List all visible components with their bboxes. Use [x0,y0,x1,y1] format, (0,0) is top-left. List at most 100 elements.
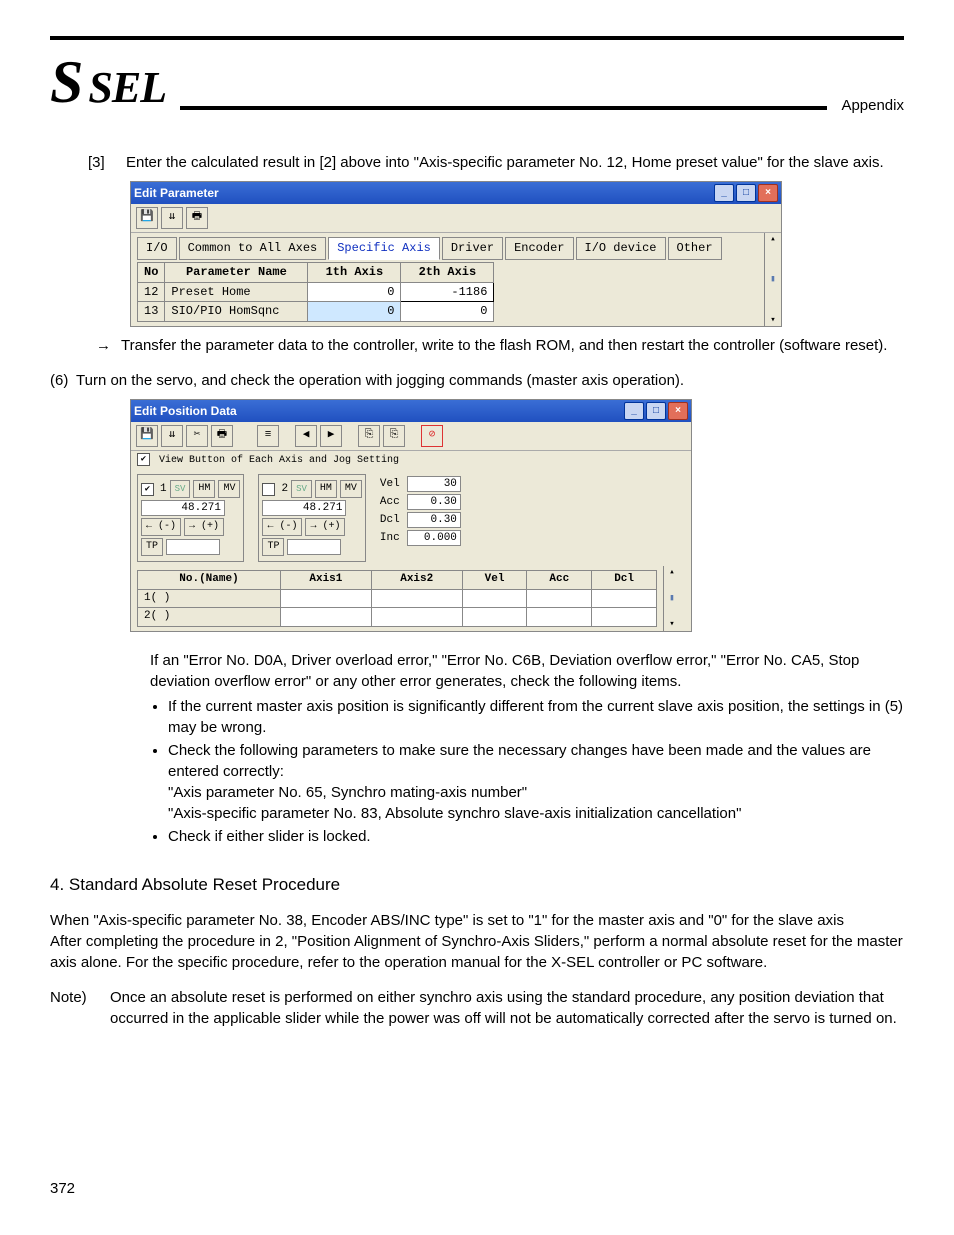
prev-icon[interactable]: ◀ [295,425,317,447]
scroll-up-icon[interactable]: ▴ [669,566,674,579]
dcl-input[interactable]: 0.30 [407,512,461,528]
cut-icon[interactable]: ✂ [186,425,208,447]
transfer-icon[interactable]: ⇊ [161,425,183,447]
next-icon[interactable]: ▶ [320,425,342,447]
axis1-tp-button[interactable]: TP [141,538,163,556]
section4-p1: When "Axis-specific parameter No. 38, En… [50,910,904,931]
position-table: No.(Name) Axis1 Axis2 Vel Acc Dcl 1( ) 2… [137,570,657,626]
cell-a1[interactable]: 0 [308,282,401,302]
appendix-label: Appendix [841,95,904,116]
param-table: No Parameter Name 1th Axis 2th Axis 12 P… [137,262,494,322]
scroll-down-icon[interactable]: ▾ [770,314,775,327]
minimize-button[interactable]: _ [624,402,644,420]
param-scrollbar[interactable]: ▴ ▮ ▾ [764,233,781,326]
pos-col-a2: Axis2 [371,571,462,589]
page-number: 372 [50,1178,75,1199]
axis2-tp-val[interactable] [287,539,341,555]
teach1-icon[interactable]: ⎘ [358,425,380,447]
pos-col-acc: Acc [527,571,592,589]
axis2-jog-minus[interactable]: ← (-) [262,518,302,536]
jog-params: Vel30 Acc0.30 Dcl0.30 Inc0.000 [380,474,461,548]
scroll-down-icon[interactable]: ▾ [669,618,674,631]
scroll-up-icon[interactable]: ▴ [770,233,775,246]
table-row[interactable]: 2( ) [138,608,657,626]
axis1-sv-button[interactable]: SV [170,480,191,498]
table-row[interactable]: 12 Preset Home 0 -1186 [138,282,494,302]
axis1-jog-minus[interactable]: ← (-) [141,518,181,536]
tab-io[interactable]: I/O [137,237,177,260]
axis2-num: 2 [281,482,288,497]
cell-a2[interactable]: 0 [401,302,494,322]
window-buttons: _ □ × [714,184,778,202]
cell-no: 13 [138,302,165,322]
edit-position-window: Edit Position Data _ □ × 💾 ⇊ ✂ 🖶 ≡ ◀ ▶ ⎘… [130,399,692,631]
axis1-jog-plus[interactable]: → (+) [184,518,224,536]
tab-io-device[interactable]: I/O device [576,237,666,260]
col-no: No [138,262,165,282]
maximize-button[interactable]: □ [736,184,756,202]
axis2-tp-button[interactable]: TP [262,538,284,556]
bullet-2a: Check the following parameters to make s… [168,742,871,780]
edit-pos-toolbar: 💾 ⇊ ✂ 🖶 ≡ ◀ ▶ ⎘ ⎘ ⊘ [131,422,691,451]
axis2-jog-plus[interactable]: → (+) [305,518,345,536]
bullet-2b: "Axis parameter No. 65, Synchro mating-a… [168,784,527,801]
vel-input[interactable]: 30 [407,476,461,492]
view-jog-checkbox[interactable]: ✔ [137,453,150,466]
axis1-num: 1 [160,482,167,497]
logo-text: SEL [88,57,166,119]
minimize-button[interactable]: _ [714,184,734,202]
axis2-box: 2 SV HM MV 48.271 ← (-) → (+) TP [258,474,365,562]
axis2-sv-button[interactable]: SV [291,480,312,498]
save-icon[interactable]: 💾 [136,207,158,229]
axis2-mv-button[interactable]: MV [340,480,362,498]
cell-no: 12 [138,282,165,302]
pos-scrollbar[interactable]: ▴ ▮ ▾ [663,566,680,630]
axis2-check[interactable] [262,483,275,496]
teach2-icon[interactable]: ⎘ [383,425,405,447]
cell-a1[interactable]: 0 [308,302,401,322]
header-rule [180,106,827,110]
edit-param-toolbar: 💾 ⇊ 🖶 [131,204,781,233]
section4-p2: After completing the procedure in 2, "Po… [50,931,904,973]
axis2-hm-button[interactable]: HM [315,480,337,498]
note-label: Note) [50,987,110,1029]
axis1-check[interactable]: ✔ [141,483,154,496]
acc-label: Acc [380,495,404,510]
close-button[interactable]: × [668,402,688,420]
list-icon[interactable]: ≡ [257,425,279,447]
section4-note: Note) Once an absolute reset is performe… [50,987,904,1029]
logo: S SEL [50,40,166,124]
arrow-icon: → [96,335,111,356]
error-para: If an "Error No. D0A, Driver overload er… [150,650,904,692]
tab-driver[interactable]: Driver [442,237,503,260]
step6-row: (6) Turn on the servo, and check the ope… [50,370,904,391]
table-row[interactable]: 1( ) [138,589,657,607]
axis1-mv-button[interactable]: MV [218,480,240,498]
tab-other[interactable]: Other [668,237,722,260]
tab-common[interactable]: Common to All Axes [179,237,327,260]
cell-name: SIO/PIO HomSqnc [165,302,308,322]
bullet-3: Check if either slider is locked. [168,826,904,847]
logo-s: S [50,40,82,124]
print-icon[interactable]: 🖶 [211,425,233,447]
step3-row: [3] Enter the calculated result in [2] a… [50,152,904,173]
axis1-tp-val[interactable] [166,539,220,555]
tab-specific-axis[interactable]: Specific Axis [328,237,440,260]
tab-encoder[interactable]: Encoder [505,237,573,260]
bullet-2c: "Axis-specific parameter No. 83, Absolut… [168,805,741,822]
maximize-button[interactable]: □ [646,402,666,420]
table-row[interactable]: 13 SIO/PIO HomSqnc 0 0 [138,302,494,322]
param-tabs: I/O Common to All Axes Specific Axis Dri… [131,233,764,260]
pos-col-vel: Vel [462,571,527,589]
inc-input[interactable]: 0.000 [407,530,461,546]
transfer-icon[interactable]: ⇊ [161,207,183,229]
acc-input[interactable]: 0.30 [407,494,461,510]
step3-num: [3] [50,152,126,173]
axis1-hm-button[interactable]: HM [193,480,215,498]
cell-a2[interactable]: -1186 [401,282,494,302]
dcl-label: Dcl [380,513,404,528]
save-icon[interactable]: 💾 [136,425,158,447]
stop-icon[interactable]: ⊘ [421,425,443,447]
print-icon[interactable]: 🖶 [186,207,208,229]
close-button[interactable]: × [758,184,778,202]
